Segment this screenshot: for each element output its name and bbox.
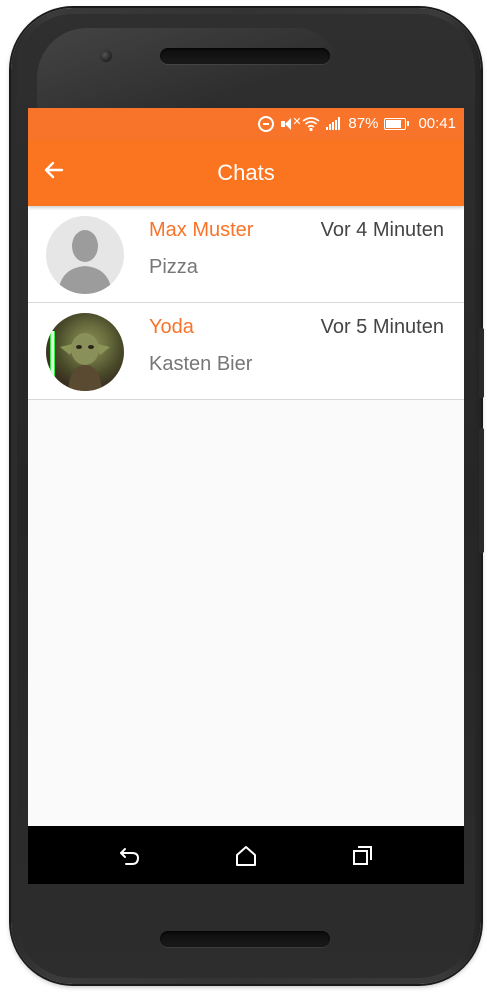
- wifi-icon: [302, 116, 320, 132]
- chat-item-yoda[interactable]: Yoda Vor 5 Minuten Kasten Bier: [28, 303, 464, 400]
- power-button: [479, 328, 484, 398]
- back-icon: [120, 848, 140, 865]
- front-camera-icon: [100, 50, 112, 62]
- navigation-bar: [28, 826, 464, 884]
- clock: 00:41: [418, 115, 456, 132]
- volume-button: [479, 428, 484, 553]
- battery-icon: [384, 117, 410, 130]
- nav-back-button[interactable]: [117, 843, 143, 869]
- signal-icon: [326, 117, 342, 130]
- chat-message: Kasten Bier: [149, 353, 253, 375]
- bottom-speaker: [160, 931, 330, 947]
- chat-message: Pizza: [149, 256, 198, 278]
- chat-name: Max Muster: [149, 219, 254, 241]
- mute-icon: ✕: [280, 116, 302, 132]
- page-title: Chats: [217, 160, 275, 185]
- chat-time: Vor 5 Minuten: [320, 316, 444, 338]
- yoda-avatar: [46, 313, 124, 391]
- default-person-avatar: [46, 216, 124, 294]
- chat-time: Vor 4 Minuten: [320, 219, 444, 241]
- recents-icon: [353, 846, 372, 865]
- status-bar: ✕ 87% 00:41: [28, 108, 464, 140]
- chat-item-max-muster[interactable]: Max Muster Vor 4 Minuten Pizza: [28, 206, 464, 303]
- app-bar: Chats: [28, 140, 464, 206]
- do-not-disturb-icon: [258, 115, 275, 132]
- nav-home-button[interactable]: [233, 843, 259, 869]
- battery-percent: 87%: [348, 115, 379, 132]
- chat-list: Max Muster Vor 4 Minuten Pizza Yoda Vor …: [28, 206, 464, 400]
- top-speaker: [160, 48, 330, 64]
- home-icon: [236, 846, 256, 866]
- screen: ✕ 87% 00:41 Chats Max Muster Vor 4 Minut…: [28, 108, 464, 884]
- nav-recents-button[interactable]: [349, 843, 375, 869]
- chat-name: Yoda: [149, 316, 194, 338]
